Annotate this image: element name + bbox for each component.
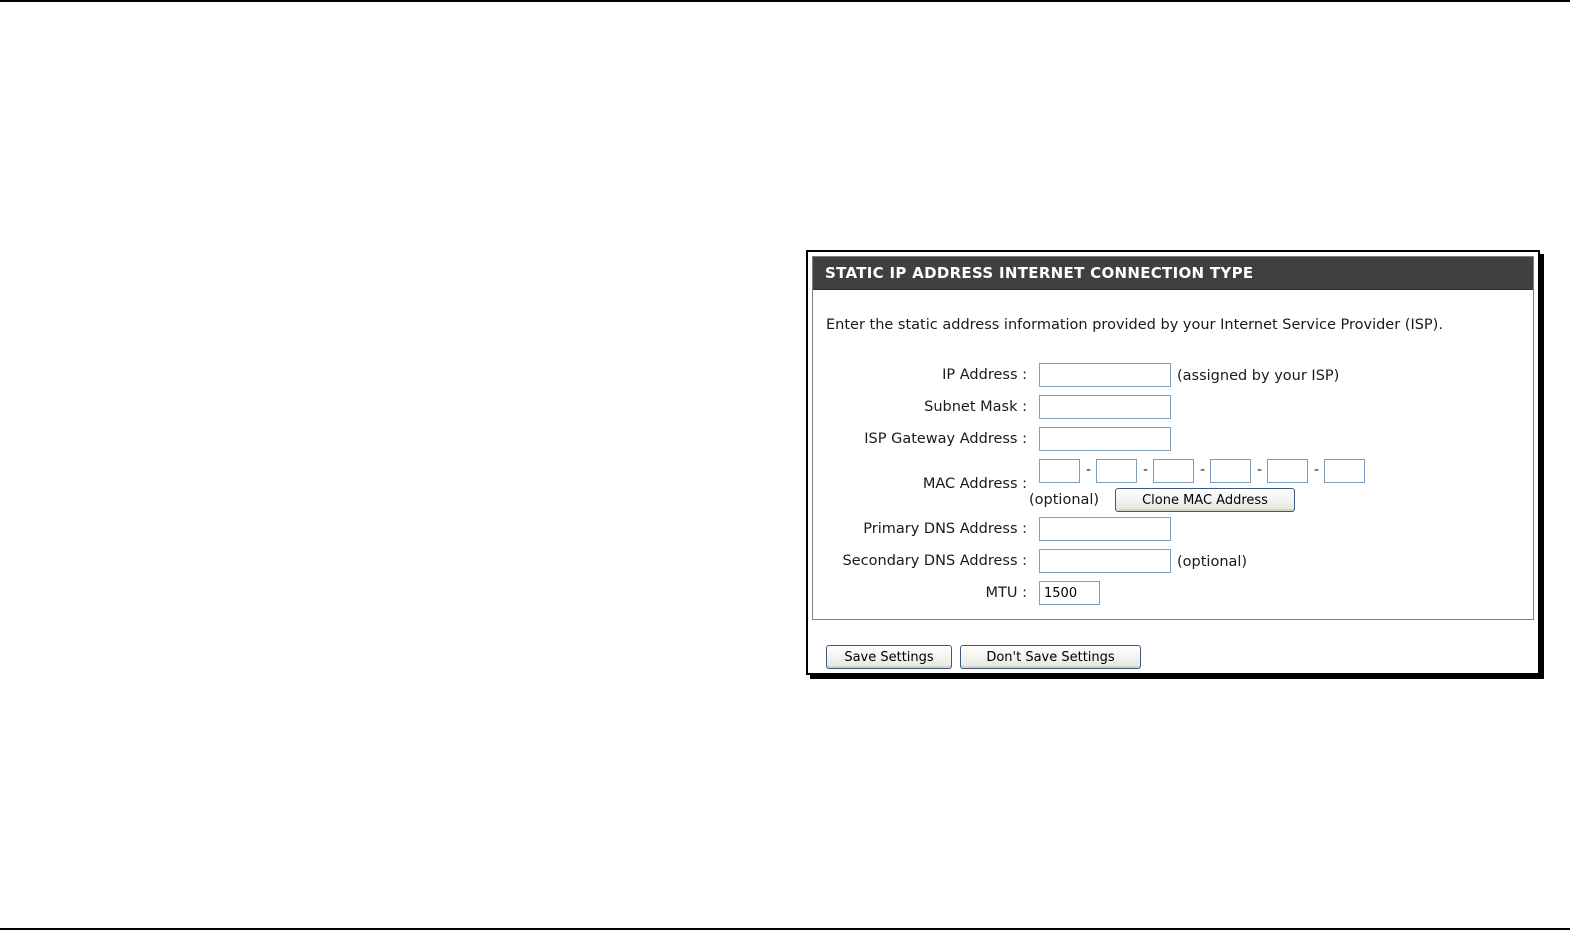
mac-octet-2-field[interactable] [1096, 459, 1137, 483]
primary-dns-field[interactable] [1039, 517, 1171, 541]
secondary-dns-note: (optional) [1177, 554, 1248, 570]
primary-dns-label: Primary DNS Address : [863, 521, 1027, 537]
mac-optional-note: (optional) [1029, 492, 1100, 508]
intro-text: Enter the static address information pro… [826, 317, 1443, 333]
subnet-mask-field[interactable] [1039, 395, 1171, 419]
dont-save-settings-button[interactable]: Don't Save Settings [960, 645, 1141, 669]
mac-octet-4-field[interactable] [1210, 459, 1251, 483]
isp-gateway-label: ISP Gateway Address : [864, 431, 1027, 447]
mac-octet-6-field[interactable] [1324, 459, 1365, 483]
mac-octet-5-field[interactable] [1267, 459, 1308, 483]
primary-dns-row: Primary DNS Address : [813, 517, 1533, 543]
mtu-field[interactable] [1039, 581, 1100, 605]
isp-gateway-row: ISP Gateway Address : [813, 427, 1533, 453]
isp-gateway-field[interactable] [1039, 427, 1171, 451]
ip-address-note: (assigned by your ISP) [1177, 368, 1340, 384]
mac-address-row: MAC Address : - - - - - (optional) Clone… [813, 459, 1533, 513]
mac-octet-3-field[interactable] [1153, 459, 1194, 483]
mtu-row: MTU : [813, 581, 1533, 607]
mac-separator: - [1200, 462, 1206, 478]
mac-separator: - [1086, 462, 1092, 478]
mtu-label: MTU : [985, 585, 1027, 601]
mac-address-label: MAC Address : [922, 476, 1027, 492]
mac-separator: - [1257, 462, 1263, 478]
ip-address-row: IP Address : (assigned by your ISP) [813, 363, 1533, 389]
secondary-dns-row: Secondary DNS Address : (optional) [813, 549, 1533, 575]
save-settings-button[interactable]: Save Settings [826, 645, 952, 669]
clone-mac-address-button[interactable]: Clone MAC Address [1115, 488, 1295, 512]
mac-separator: - [1314, 462, 1320, 478]
secondary-dns-field[interactable] [1039, 549, 1171, 573]
top-rule [0, 0, 1570, 2]
subnet-mask-label: Subnet Mask : [924, 399, 1027, 415]
mac-separator: - [1143, 462, 1149, 478]
panel-title: STATIC IP ADDRESS INTERNET CONNECTION TY… [813, 257, 1533, 290]
secondary-dns-label: Secondary DNS Address : [842, 553, 1027, 569]
mac-octet-1-field[interactable] [1039, 459, 1080, 483]
ip-address-label: IP Address : [942, 367, 1027, 383]
subnet-mask-row: Subnet Mask : [813, 395, 1533, 421]
screenshot-frame: STATIC IP ADDRESS INTERNET CONNECTION TY… [806, 250, 1540, 675]
ip-address-field[interactable] [1039, 363, 1171, 387]
static-ip-panel: STATIC IP ADDRESS INTERNET CONNECTION TY… [812, 256, 1534, 620]
bottom-rule [0, 928, 1570, 930]
